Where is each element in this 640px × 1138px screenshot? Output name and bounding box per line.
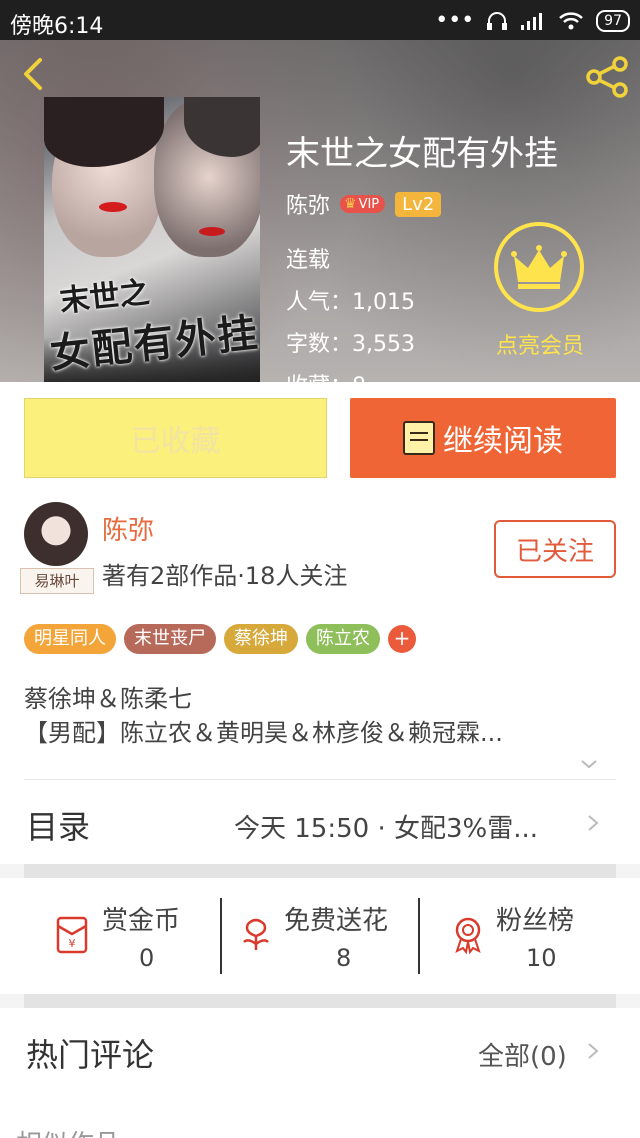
author-name[interactable]: 陈弥 <box>286 188 330 220</box>
medal-icon <box>455 917 481 954</box>
crown-icon: ♛ <box>344 196 357 212</box>
level-badge: Lv2 <box>395 191 442 217</box>
tag-item[interactable]: 末世丧尸 <box>124 624 216 654</box>
comments-title: 热门评论 <box>26 1036 155 1074</box>
similar-works-section: 相似作品 <box>0 1096 640 1138</box>
catalog-row[interactable]: 目录 今天 15:50 · 女配3%雷... <box>0 780 640 864</box>
section-divider <box>24 864 616 878</box>
red-envelope-icon: ¥ <box>56 916 88 954</box>
tag-item[interactable]: 陈立农 <box>306 624 380 654</box>
member-label[interactable]: 点亮会员 <box>490 328 590 360</box>
book-collections: 收藏：8 <box>286 368 366 382</box>
vip-badge: ♛ VIP <box>340 195 386 213</box>
action-bar: 已收藏 继续阅读 <box>0 382 640 480</box>
author-card-name[interactable]: 陈弥 <box>102 510 154 547</box>
member-button[interactable] <box>494 222 584 312</box>
gift-bar: ¥ 赏金币 0 免费送花 8 粉丝榜 10 <box>0 878 640 994</box>
signal-icon <box>521 12 543 30</box>
section-divider <box>24 994 616 1008</box>
book-icon <box>403 421 435 455</box>
avatar[interactable] <box>24 502 88 566</box>
status-time: 傍晚6:14 <box>10 14 104 39</box>
hot-comments-row[interactable]: 热门评论 全部(0) <box>0 1008 640 1096</box>
book-cover[interactable]: 末世之 女配有外挂 <box>44 97 260 382</box>
headphones-icon <box>487 11 508 30</box>
book-header: 末世之 女配有外挂 末世之女配有外挂 陈弥 ♛ VIP Lv2 连载 人气：1,0… <box>0 40 640 382</box>
battery-icon: 97 <box>596 9 630 32</box>
status-bar: 傍晚6:14 ••• 97 <box>0 0 640 40</box>
svg-text:¥: ¥ <box>69 937 76 950</box>
collected-button[interactable]: 已收藏 <box>24 398 327 478</box>
book-popularity: 人气：1,015 <box>286 290 415 315</box>
book-title: 末世之女配有外挂 <box>286 134 558 174</box>
back-arrow-icon[interactable] <box>14 54 54 94</box>
chevron-right-icon <box>588 1043 599 1059</box>
fan-ranking-button[interactable]: 粉丝榜 10 <box>420 878 640 994</box>
flower-icon <box>243 918 269 950</box>
follow-button[interactable]: 已关注 <box>494 520 616 578</box>
similar-title: 相似作品 <box>16 1124 120 1138</box>
book-description[interactable]: 蔡徐坤＆陈柔七 【男配】陈立农＆黄明昊＆林彦俊＆赖冠霖... <box>24 682 503 750</box>
avatar-tag: 易琳叶 <box>20 568 94 594</box>
continue-reading-button[interactable]: 继续阅读 <box>350 398 616 478</box>
latest-chapter: 今天 15:50 · 女配3%雷... <box>234 814 539 844</box>
reward-coins-button[interactable]: ¥ 赏金币 0 <box>0 878 220 994</box>
share-icon[interactable] <box>584 54 630 100</box>
tag-item[interactable]: 明星同人 <box>24 624 116 654</box>
wifi-icon <box>559 11 584 29</box>
author-card-info: 著有2部作品·18人关注 <box>102 562 348 590</box>
author-card: 易琳叶 陈弥 著有2部作品·18人关注 已关注 明星同人 末世丧尸 蔡徐坤 陈立… <box>0 480 640 780</box>
chevron-right-icon <box>588 815 599 831</box>
all-comments-link[interactable]: 全部(0) <box>478 1036 567 1073</box>
send-flowers-button[interactable]: 免费送花 8 <box>222 878 418 994</box>
chevron-down-icon[interactable] <box>580 755 598 773</box>
book-status: 连载 <box>286 248 331 273</box>
crown-icon <box>511 245 567 289</box>
book-word-count: 字数：3,553 <box>286 332 415 357</box>
more-icon: ••• <box>435 8 475 33</box>
author-row: 陈弥 ♛ VIP Lv2 <box>286 188 442 220</box>
tag-item[interactable]: 蔡徐坤 <box>224 624 298 654</box>
status-icons: ••• 97 <box>435 8 630 33</box>
tag-list: 明星同人 末世丧尸 蔡徐坤 陈立农 + <box>24 624 416 654</box>
catalog-title: 目录 <box>26 808 91 846</box>
add-tag-button[interactable]: + <box>388 625 416 653</box>
